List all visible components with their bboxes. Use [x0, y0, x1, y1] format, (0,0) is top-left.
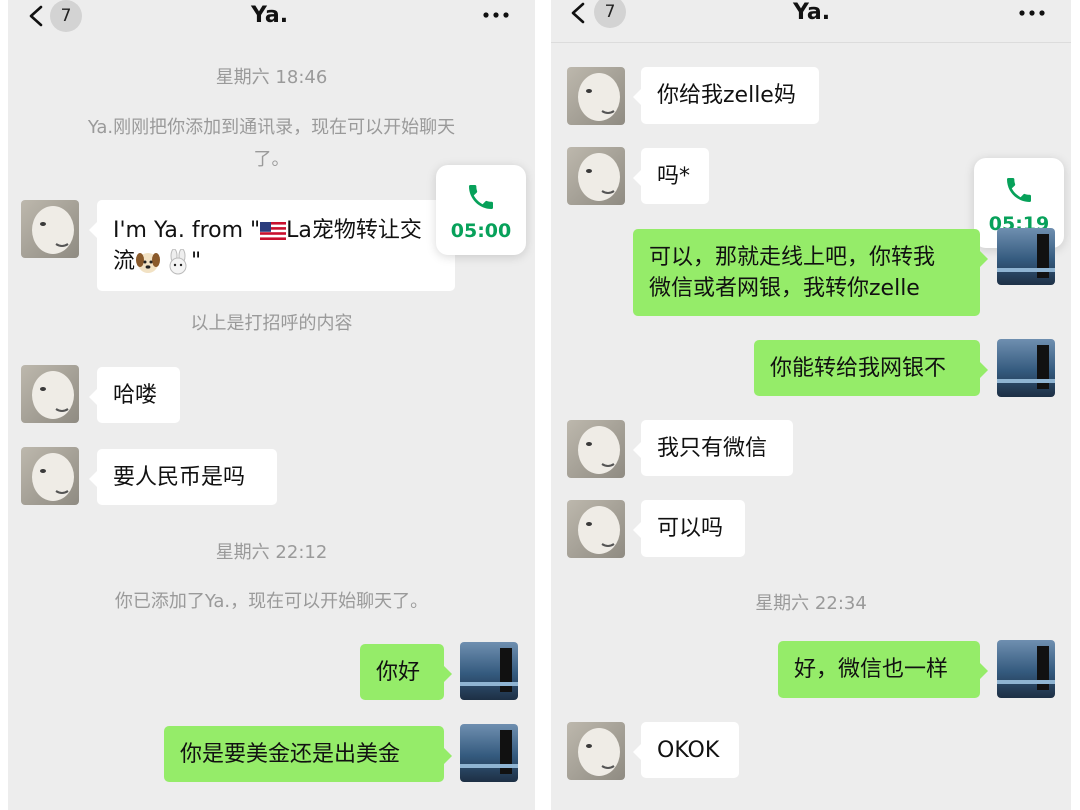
rabbit-face-icon	[169, 248, 187, 274]
message-bubble-incoming[interactable]: I'm Ya. from " La宠物转让交 流 "	[89, 200, 455, 291]
contact-avatar[interactable]	[567, 420, 625, 478]
unread-badge[interactable]: 7	[50, 0, 82, 32]
call-duration: 05:00	[450, 220, 512, 242]
system-message: 你已添加了Ya.，现在可以开始聊天了。	[114, 591, 429, 612]
message-text: I'm Ya. from "	[113, 217, 261, 243]
message-bubble-incoming[interactable]: 哈喽	[89, 367, 180, 423]
chat-title: Ya.	[793, 0, 831, 25]
contact-avatar[interactable]	[21, 447, 79, 505]
message-text: 可以吗	[657, 516, 724, 541]
message-bubble-outgoing[interactable]: 你是要美金还是出美金	[164, 726, 452, 782]
message-text: 要人民币是吗	[113, 464, 246, 490]
header-divider	[551, 42, 1071, 43]
timestamp: 星期六 22:12	[215, 542, 328, 563]
user-avatar[interactable]	[460, 642, 518, 700]
contact-avatar[interactable]	[21, 200, 79, 258]
message-text: 你能转给我网银不	[770, 355, 947, 381]
user-avatar[interactable]	[997, 228, 1055, 285]
message-bubble-outgoing[interactable]: 可以，那就走线上吧，你转我 微信或者网银，我转你zelle	[633, 229, 988, 316]
dog-face-icon	[136, 252, 161, 273]
message-text: 可以，那就走线上吧，你转我	[649, 244, 936, 270]
call-record-card[interactable]: 05:00	[436, 165, 526, 255]
chat-panel-right: 7 Ya. 你给我zelle妈 吗* 05:19 可以，那就走线上吧，你转我 微…	[551, 0, 1071, 810]
message-text: "	[191, 248, 202, 274]
us-flag-icon	[260, 221, 287, 240]
message-text: La宠物转让交	[286, 217, 422, 243]
message-text: 你是要美金还是出美金	[180, 741, 401, 767]
message-text: 你给我zelle妈	[657, 83, 796, 108]
user-avatar[interactable]	[460, 724, 518, 782]
chat-title: Ya.	[251, 3, 289, 28]
contact-avatar[interactable]	[567, 722, 625, 780]
greeting-note: 以上是打招呼的内容	[190, 313, 353, 334]
message-text: 吗*	[657, 163, 691, 189]
contact-avatar[interactable]	[21, 365, 79, 423]
system-message-line: Ya.刚刚把你添加到通讯录，现在可以开始聊天	[87, 117, 456, 138]
message-text: 微信或者网银，我转你zelle	[649, 275, 920, 301]
message-bubble-outgoing[interactable]: 你能转给我网银不	[754, 340, 988, 396]
phone-icon	[1007, 178, 1031, 202]
chevron-left-icon[interactable]	[568, 2, 590, 24]
message-text: OKOK	[657, 737, 720, 763]
more-dots-icon[interactable]	[482, 11, 510, 19]
phone-icon	[469, 185, 493, 209]
message-bubble-incoming[interactable]: 要人民币是吗	[89, 449, 277, 505]
message-text: 我只有微信	[657, 435, 768, 461]
message-text: 你好	[376, 659, 421, 685]
message-bubble-incoming[interactable]: 可以吗	[633, 500, 745, 557]
timestamp: 星期六 18:46	[215, 67, 328, 88]
message-bubble-incoming[interactable]: 你给我zelle妈	[633, 67, 819, 124]
message-bubble-outgoing[interactable]: 好，微信也一样	[778, 641, 988, 698]
chevron-left-icon[interactable]	[26, 5, 48, 27]
timestamp: 星期六 22:34	[755, 593, 867, 614]
user-avatar[interactable]	[997, 339, 1055, 397]
message-bubble-incoming[interactable]: OKOK	[633, 722, 739, 778]
more-dots-icon[interactable]	[1018, 9, 1046, 17]
message-bubble-outgoing[interactable]: 你好	[360, 644, 452, 700]
message-text: 好，微信也一样	[794, 657, 949, 682]
contact-avatar[interactable]	[567, 147, 625, 205]
user-avatar[interactable]	[997, 640, 1055, 698]
contact-avatar[interactable]	[567, 67, 625, 125]
contact-avatar[interactable]	[567, 500, 625, 558]
message-bubble-incoming[interactable]: 我只有微信	[633, 420, 793, 476]
message-text: 哈喽	[113, 382, 158, 408]
message-text: 流	[113, 248, 136, 274]
chat-panel-left: 7 Ya. 星期六 18:46 Ya.刚刚把你添加到通讯录，现在可以开始聊天 了…	[8, 0, 535, 810]
message-bubble-incoming[interactable]: 吗*	[633, 148, 709, 204]
unread-badge[interactable]: 7	[594, 0, 626, 28]
